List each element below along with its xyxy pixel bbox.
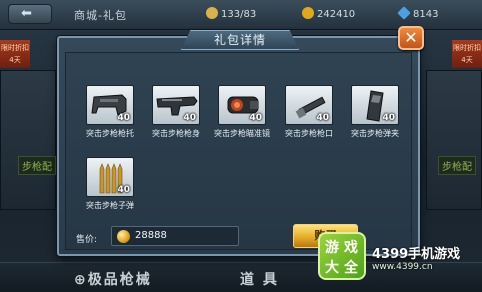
left-discount-ribbon: 限时折扣 4天 xyxy=(0,40,30,68)
left-pack-tag: 步枪配 xyxy=(18,156,56,175)
coin-icon xyxy=(117,230,130,243)
item-name: 突击步枪瞄准镜 xyxy=(214,129,270,138)
item-name: 突击步枪枪口 xyxy=(285,129,333,138)
pack-item[interactable]: 40 突击步枪枪托 xyxy=(80,85,140,139)
diamond-counter: 8143 xyxy=(397,6,438,20)
item-count: 40 xyxy=(316,113,329,123)
close-button[interactable]: ✕ xyxy=(398,26,424,50)
tab-premium-guns[interactable]: ⊕极品枪械 xyxy=(74,269,152,289)
item-name: 突击步枪弹夹 xyxy=(351,129,399,138)
modal-title: 礼包详情 xyxy=(213,33,266,47)
tab-items[interactable]: 道 具 xyxy=(240,269,279,289)
close-icon: ✕ xyxy=(404,28,418,47)
item-count: 40 xyxy=(117,113,130,123)
item-count: 40 xyxy=(117,185,130,195)
gift-pack-modal: 礼包详情 ✕ 40 突击步枪枪托 40 突击步枪枪身 40 突击步枪瞄准镜 40… xyxy=(57,26,424,256)
right-discount-ribbon: 限时折扣 4天 xyxy=(452,40,482,68)
item-name: 突击步枪枪托 xyxy=(86,129,134,138)
item-slot: 40 xyxy=(86,157,134,197)
pack-item[interactable]: 40 突击步枪瞄准镜 xyxy=(212,85,272,139)
item-slot: 40 xyxy=(218,85,266,125)
left-pack-card[interactable] xyxy=(0,70,56,210)
item-count: 40 xyxy=(183,113,196,123)
price-value: 28888 xyxy=(135,230,167,241)
right-pack-tag: 步枪配 xyxy=(438,156,476,175)
star-counter: 133/83 xyxy=(206,7,256,20)
price-box: 28888 xyxy=(111,226,239,246)
modal-header: 礼包详情 xyxy=(181,30,299,50)
shop-title: 商城-礼包 xyxy=(74,9,127,22)
coin-icon xyxy=(302,7,314,19)
back-arrow-icon: ⬅ xyxy=(21,6,32,21)
item-slot: 40 xyxy=(152,85,200,125)
modal-body: 40 突击步枪枪托 40 突击步枪枪身 40 突击步枪瞄准镜 40 突击步枪枪口… xyxy=(65,52,412,250)
watermark-url: www.4399.cn xyxy=(372,262,433,272)
price-label: 售价: xyxy=(76,235,98,245)
watermark-brand: 4399手机游戏 xyxy=(372,247,461,262)
watermark-logo: 游 戏 大 全 xyxy=(318,232,366,280)
pack-item[interactable]: 40 突击步枪枪身 xyxy=(146,85,206,139)
item-slot: 40 xyxy=(351,85,399,125)
right-pack-card[interactable] xyxy=(426,70,482,210)
item-name: 突击步枪子弹 xyxy=(86,201,134,210)
star-icon xyxy=(206,7,218,19)
item-name: 突击步枪枪身 xyxy=(152,129,200,138)
diamond-icon xyxy=(397,6,411,20)
back-button[interactable]: ⬅ xyxy=(8,4,52,24)
pack-item[interactable]: 40 突击步枪子弹 xyxy=(80,157,140,211)
item-count: 40 xyxy=(382,113,395,123)
item-count: 40 xyxy=(249,113,262,123)
item-slot: 40 xyxy=(86,85,134,125)
pack-item[interactable]: 40 突击步枪枪口 xyxy=(279,85,339,139)
pack-item[interactable]: 40 突击步枪弹夹 xyxy=(345,85,405,139)
item-slot: 40 xyxy=(285,85,333,125)
coin-counter: 242410 xyxy=(302,7,355,20)
